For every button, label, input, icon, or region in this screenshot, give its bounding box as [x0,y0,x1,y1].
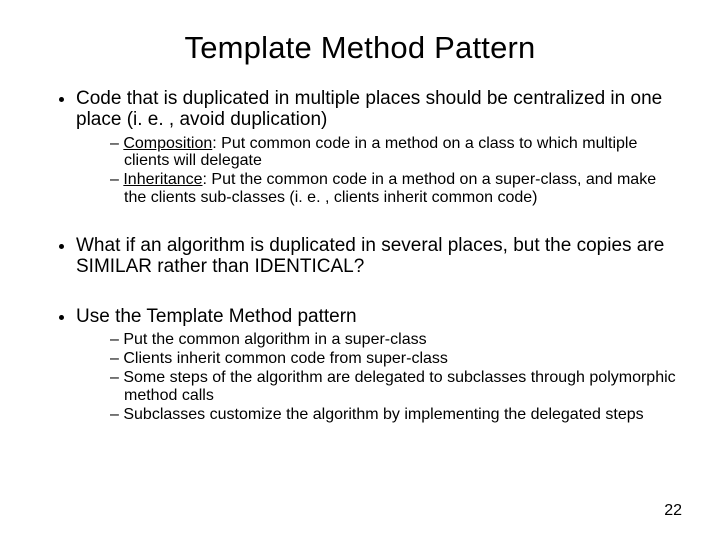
bullet-2-text: What if an algorithm is duplicated in se… [76,235,664,277]
bullet-3-sublist: Put the common algorithm in a super-clas… [76,331,680,424]
bullet-2: What if an algorithm is duplicated in se… [76,235,680,278]
bullet-1-sub-2-rest: : Put the common code in a method on a s… [124,171,656,206]
bullet-list: Code that is duplicated in multiple plac… [40,88,680,423]
slide-title: Template Method Pattern [40,30,680,66]
bullet-3-sub-3: Some steps of the algorithm are delegate… [110,369,680,405]
bullet-1-sub-1-label: Composition [123,135,212,152]
spacer [76,211,680,231]
bullet-3-text: Use the Template Method pattern [76,306,357,327]
bullet-1-sub-2-label: Inheritance [123,171,202,188]
bullet-3-sub-4: Subclasses customize the algorithm by im… [110,406,680,424]
bullet-3-sub-2: Clients inherit common code from super-c… [110,350,680,368]
bullet-1-sub-1: Composition: Put common code in a method… [110,135,680,171]
slide: Template Method Pattern Code that is dup… [0,0,720,540]
bullet-1: Code that is duplicated in multiple plac… [76,88,680,207]
bullet-1-sublist: Composition: Put common code in a method… [76,135,680,208]
page-number: 22 [664,502,682,520]
bullet-3-sub-1: Put the common algorithm in a super-clas… [110,331,680,349]
bullet-1-sub-2: Inheritance: Put the common code in a me… [110,171,680,207]
spacer [76,282,680,302]
bullet-3: Use the Template Method pattern Put the … [76,306,680,424]
bullet-1-text: Code that is duplicated in multiple plac… [76,88,662,130]
